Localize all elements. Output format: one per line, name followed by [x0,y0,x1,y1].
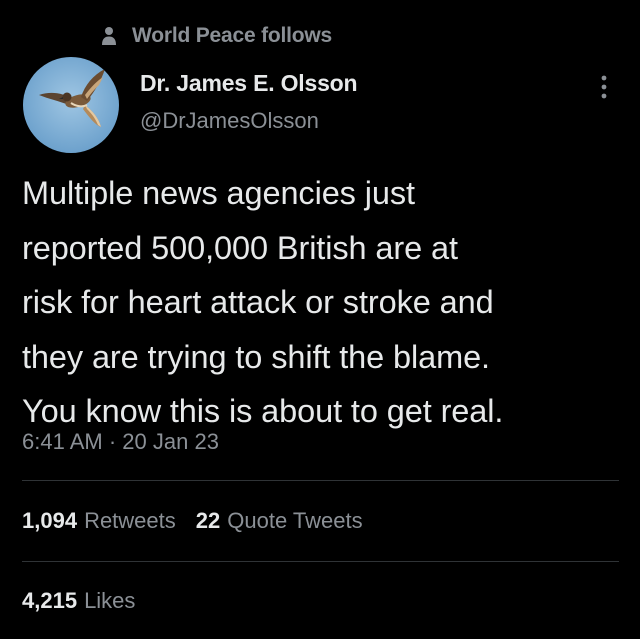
social-context-text: World Peace follows [132,24,333,47]
tweet-time: 6:41 AM [22,429,103,454]
retweets-label: Retweets [84,508,176,533]
likes-stat[interactable]: 4,215 Likes [22,585,135,617]
avatar[interactable] [23,57,119,153]
author-block[interactable]: Dr. James E. Olsson @DrJamesOlsson [140,66,358,138]
retweets-count: 1,094 [22,508,78,533]
quote-tweets-count: 22 [195,508,221,533]
tweet-text-line: reported 500,000 British are at [22,229,458,266]
person-icon [100,25,118,47]
tweet-timestamp[interactable]: 6:41 AM · 20 Jan 23 [22,426,219,458]
likes-stats-row: 4,215 Likes [22,585,135,617]
divider [22,561,619,562]
author-handle[interactable]: @DrJamesOlsson [140,104,357,138]
quote-tweets-label: Quote Tweets [227,508,363,533]
more-vertical-icon [601,75,607,99]
retweets-stat[interactable]: 1,094 Retweets [22,505,176,537]
divider [22,480,619,481]
tweet-text-line: Multiple news agencies just [22,175,415,211]
likes-label: Likes [84,588,136,613]
author-display-name[interactable]: Dr. James E. Olsson [140,66,358,100]
more-options-button[interactable] [592,70,616,104]
hawk-avatar-image [23,57,119,153]
tweet-text-line: risk for heart attack or stroke and [22,284,494,320]
social-context[interactable]: World Peace follows [100,22,332,50]
tweet-date: 20 Jan 23 [122,429,219,454]
tweet-text: Multiple news agencies just reported 500… [22,166,627,439]
tweet-text-line: they are trying to shift the blame. [22,338,490,375]
meta-separator: · [108,429,117,454]
engagement-stats-row: 1,094 Retweets 22 Quote Tweets [22,505,363,537]
quote-tweets-stat[interactable]: 22 Quote Tweets [196,505,363,537]
likes-count: 4,215 [22,588,78,613]
